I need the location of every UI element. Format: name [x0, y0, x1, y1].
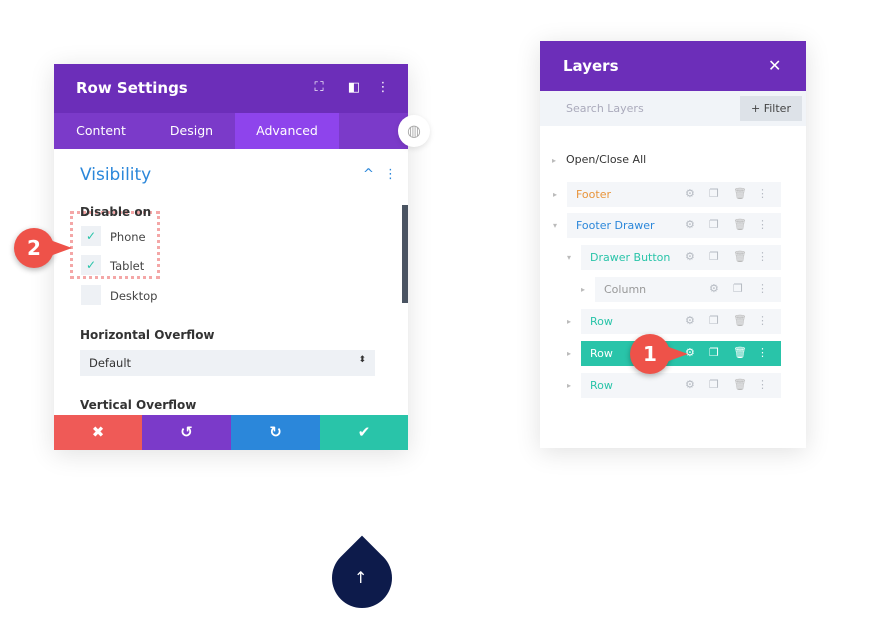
split-view-icon[interactable]: ◧: [346, 80, 362, 95]
duplicate-icon[interactable]: ❐: [709, 250, 719, 263]
collapse-icon[interactable]: ^: [363, 167, 374, 182]
filter-button[interactable]: + Filter: [740, 96, 802, 121]
caret-icon[interactable]: ▾: [567, 253, 571, 262]
tablet-label: Tablet: [110, 259, 145, 273]
more-icon[interactable]: ⋮: [757, 346, 768, 359]
caret-right-icon[interactable]: ▸: [552, 156, 556, 165]
layer-item[interactable]: Row ⚙ ❐ 🗑 ⋮: [581, 309, 781, 334]
tabs: Content Design Advanced: [54, 113, 408, 149]
caret-icon[interactable]: ▸: [567, 381, 571, 390]
row-settings-panel: Row Settings ⛶ ◧ ⋮ Content Design Advanc…: [54, 64, 408, 450]
trash-icon[interactable]: 🗑: [733, 250, 747, 263]
layer-item[interactable]: Drawer Button ⚙ ❐ 🗑 ⋮: [581, 245, 781, 270]
phone-label: Phone: [110, 230, 146, 244]
duplicate-icon[interactable]: ❐: [733, 282, 743, 295]
select-value: Default: [89, 356, 132, 370]
search-bar: Search Layers + Filter: [540, 91, 806, 126]
desktop-checkbox[interactable]: [81, 285, 101, 305]
cancel-button[interactable]: ✖: [54, 415, 142, 450]
layer-name: Footer Drawer: [576, 219, 655, 232]
h-overflow-label: Horizontal Overflow: [80, 328, 215, 342]
layer-item[interactable]: Footer ⚙ ❐ 🗑 ⋮: [567, 182, 781, 207]
duplicate-icon[interactable]: ❐: [709, 378, 719, 391]
layers-header: Layers ✕: [540, 41, 806, 91]
more-icon[interactable]: ⋮: [375, 80, 391, 95]
gear-icon[interactable]: ⚙: [685, 187, 695, 200]
duplicate-icon[interactable]: ❐: [709, 218, 719, 231]
more-icon[interactable]: ⋮: [757, 187, 768, 200]
panel-title: Row Settings: [76, 79, 188, 97]
more-icon[interactable]: ⋮: [757, 282, 768, 295]
layer-name: Row: [590, 379, 613, 392]
gear-icon[interactable]: ⚙: [685, 378, 695, 391]
badge-pointer: [50, 240, 72, 256]
trash-icon[interactable]: 🗑: [733, 346, 747, 359]
layer-name: Row: [590, 347, 613, 360]
layer-item[interactable]: Row ⚙ ❐ 🗑 ⋮: [581, 373, 781, 398]
layers-title: Layers: [563, 57, 619, 75]
caret-icon[interactable]: ▾: [553, 221, 557, 230]
fullscreen-icon[interactable]: ⛶: [311, 80, 327, 95]
more-icon[interactable]: ⋮: [757, 378, 768, 391]
redo-button[interactable]: ↻: [231, 415, 320, 450]
trash-icon[interactable]: 🗑: [733, 218, 747, 231]
gear-icon[interactable]: ⚙: [709, 282, 719, 295]
caret-icon[interactable]: ▸: [553, 190, 557, 199]
undo-button[interactable]: ↺: [142, 415, 231, 450]
phone-checkbox[interactable]: ✓: [81, 226, 101, 246]
caret-icon[interactable]: ▸: [567, 349, 571, 358]
duplicate-icon[interactable]: ❐: [709, 187, 719, 200]
step-badge-1: 1: [630, 334, 670, 374]
layer-name: Drawer Button: [590, 251, 671, 264]
panel-header: Row Settings ⛶ ◧ ⋮: [54, 64, 408, 113]
disable-on-label: Disable on: [80, 205, 152, 219]
gear-icon[interactable]: ⚙: [685, 250, 695, 263]
close-icon[interactable]: ✕: [768, 56, 781, 75]
layer-item[interactable]: Column ⚙ ❐ ⋮: [595, 277, 781, 302]
search-input[interactable]: Search Layers: [566, 102, 644, 115]
caret-icon[interactable]: ▸: [567, 317, 571, 326]
trash-icon[interactable]: 🗑: [733, 187, 747, 200]
layer-item[interactable]: Footer Drawer ⚙ ❐ 🗑 ⋮: [567, 213, 781, 238]
h-overflow-select[interactable]: Default ⬍: [80, 350, 375, 376]
caret-icon[interactable]: ▸: [581, 285, 585, 294]
layer-name: Footer: [576, 188, 611, 201]
more-icon[interactable]: ⋮: [757, 250, 768, 263]
open-close-all[interactable]: Open/Close All: [566, 153, 646, 166]
v-overflow-label: Vertical Overflow: [80, 398, 197, 412]
duplicate-icon[interactable]: ❐: [709, 314, 719, 327]
section-more-icon[interactable]: ⋮: [384, 167, 397, 182]
trash-icon[interactable]: 🗑: [733, 378, 747, 391]
duplicate-icon[interactable]: ❐: [709, 346, 719, 359]
scrollbar[interactable]: [402, 205, 408, 303]
layer-name: Column: [604, 283, 647, 296]
save-button[interactable]: ✔: [320, 415, 408, 450]
trash-icon[interactable]: 🗑: [733, 314, 747, 327]
more-icon[interactable]: ⋮: [757, 314, 768, 327]
badge-pointer: [666, 346, 688, 362]
more-icon[interactable]: ⋮: [757, 218, 768, 231]
layer-name: Row: [590, 315, 613, 328]
arrow-up-icon: ↑: [354, 568, 368, 587]
gear-icon[interactable]: ⚙: [685, 314, 695, 327]
tab-content[interactable]: Content: [54, 113, 148, 149]
globe-icon[interactable]: ◍: [398, 115, 430, 147]
tab-design[interactable]: Design: [148, 113, 235, 149]
desktop-label: Desktop: [110, 289, 158, 303]
layers-panel: Layers ✕ Search Layers + Filter ▸ Open/C…: [540, 41, 806, 448]
gear-icon[interactable]: ⚙: [685, 218, 695, 231]
tab-advanced[interactable]: Advanced: [235, 113, 339, 149]
step-badge-2: 2: [14, 228, 54, 268]
select-arrows-icon: ⬍: [358, 355, 366, 365]
section-title[interactable]: Visibility: [80, 165, 151, 185]
tablet-checkbox[interactable]: ✓: [81, 255, 101, 275]
